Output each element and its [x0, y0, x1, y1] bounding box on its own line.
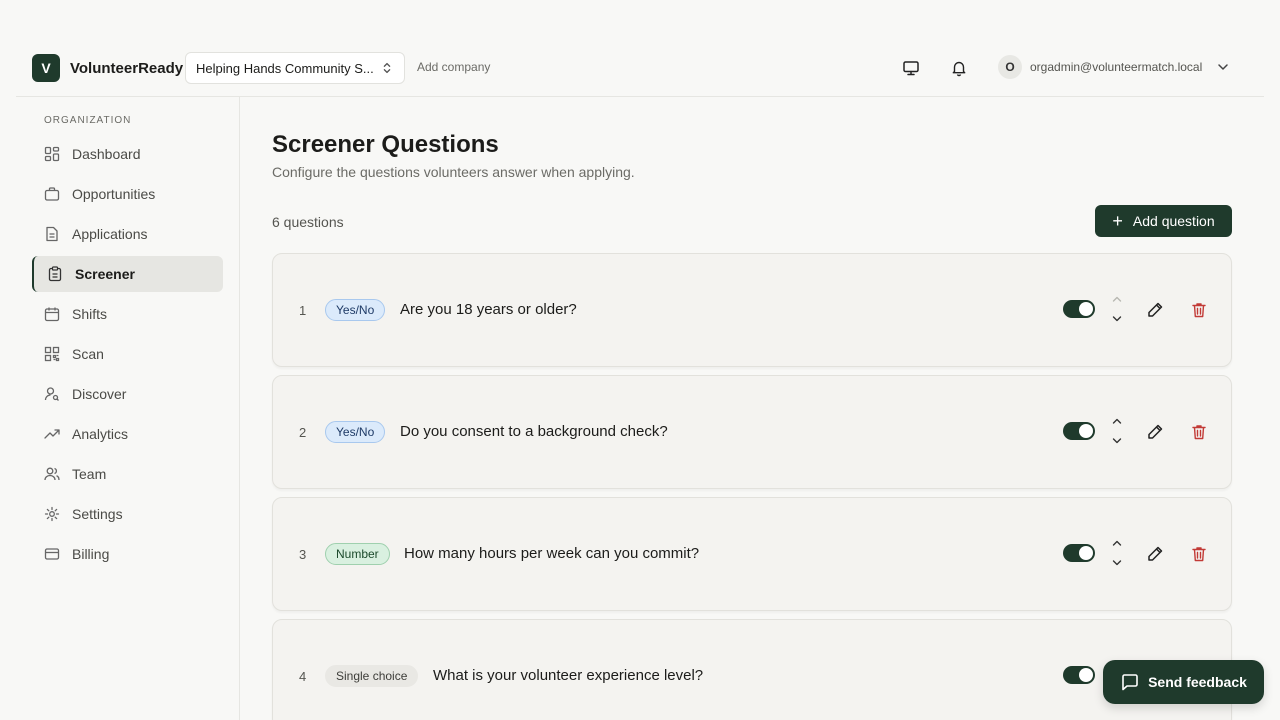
company-select-value: Helping Hands Community S...: [196, 60, 374, 76]
sidebar-item-label: Scan: [72, 346, 104, 362]
question-text: Do you consent to a background check?: [400, 423, 668, 440]
page-title: Screener Questions: [272, 131, 499, 158]
move-down-icon[interactable]: [1110, 434, 1124, 448]
monitor-icon[interactable]: [900, 57, 922, 79]
user-search-icon: [44, 387, 59, 401]
sidebar-item-discover[interactable]: Discover: [32, 376, 223, 412]
sidebar-item-analytics[interactable]: Analytics: [32, 416, 223, 452]
bell-icon[interactable]: [948, 57, 970, 79]
move-down-icon[interactable]: [1110, 556, 1124, 570]
question-type-badge: Single choice: [325, 665, 419, 687]
sidebar-item-label: Discover: [72, 386, 127, 402]
edit-pencil-icon[interactable]: [1146, 545, 1164, 563]
add-question-button[interactable]: + Add question: [1095, 205, 1232, 237]
user-menu[interactable]: O orgadmin@volunteermatch.local: [998, 54, 1230, 80]
company-select[interactable]: Helping Hands Community S...: [185, 52, 405, 84]
qr-code-icon: [44, 346, 60, 362]
clipboard-icon: [48, 266, 62, 282]
trending-up-icon: [44, 429, 60, 439]
plus-icon: +: [1112, 211, 1123, 231]
send-feedback-button[interactable]: Send feedback: [1103, 660, 1264, 704]
sidebar-item-applications[interactable]: Applications: [32, 216, 223, 252]
briefcase-icon: [44, 187, 60, 201]
sidebar-item-label: Dashboard: [72, 146, 141, 162]
question-type-badge: Yes/No: [325, 421, 386, 443]
sidebar: ORGANIZATION Dashboard Opportunities App…: [0, 97, 240, 720]
question-text: Are you 18 years or older?: [400, 301, 577, 318]
sidebar-item-label: Billing: [72, 546, 110, 562]
users-icon: [44, 467, 60, 481]
sidebar-item-settings[interactable]: Settings: [32, 496, 223, 532]
sidebar-item-screener[interactable]: Screener: [32, 256, 223, 292]
sidebar-item-billing[interactable]: Billing: [32, 536, 223, 572]
enabled-toggle[interactable]: [1063, 422, 1095, 440]
brand-logo[interactable]: V: [32, 54, 60, 82]
enabled-toggle[interactable]: [1063, 666, 1095, 684]
sidebar-heading: ORGANIZATION: [44, 115, 132, 126]
chevron-down-icon: [1218, 64, 1229, 70]
question-card: 3 Number How many hours per week can you…: [272, 497, 1232, 611]
add-company-link[interactable]: Add company: [417, 60, 490, 74]
add-question-label: Add question: [1132, 213, 1215, 229]
question-card: 4 Single choice What is your volunteer e…: [272, 619, 1232, 720]
sidebar-item-label: Screener: [75, 266, 135, 282]
calendar-icon: [44, 307, 60, 322]
page-subtitle: Configure the questions volunteers answe…: [272, 164, 635, 180]
sidebar-item-scan[interactable]: Scan: [32, 336, 223, 372]
move-up-icon[interactable]: [1110, 414, 1124, 428]
avatar: O: [998, 55, 1022, 79]
dashboard-icon: [44, 146, 60, 162]
chevrons-up-down-icon: [383, 62, 391, 74]
question-number: 4: [299, 669, 307, 684]
question-number: 3: [299, 547, 307, 562]
top-bar: V VolunteerReady Helping Hands Community…: [16, 38, 1264, 97]
question-number: 2: [299, 425, 307, 440]
trash-icon[interactable]: [1190, 301, 1208, 319]
sidebar-item-label: Analytics: [72, 426, 129, 442]
move-up-icon[interactable]: [1110, 536, 1124, 550]
message-square-icon: [1122, 674, 1138, 691]
sidebar-item-label: Shifts: [72, 306, 108, 322]
sidebar-item-opportunities[interactable]: Opportunities: [32, 176, 223, 212]
sidebar-item-label: Team: [72, 466, 107, 482]
user-email: orgadmin@volunteermatch.local: [1030, 60, 1203, 74]
question-card: 2 Yes/No Do you consent to a background …: [272, 375, 1232, 489]
credit-card-icon: [44, 548, 60, 560]
sidebar-item-shifts[interactable]: Shifts: [32, 296, 223, 332]
edit-pencil-icon[interactable]: [1146, 423, 1164, 441]
question-type-badge: Yes/No: [325, 299, 386, 321]
question-type-badge: Number: [325, 543, 390, 565]
trash-icon[interactable]: [1190, 545, 1208, 563]
sidebar-item-label: Applications: [72, 226, 148, 242]
question-number: 1: [299, 303, 307, 318]
move-up-icon[interactable]: [1110, 292, 1124, 306]
question-text: How many hours per week can you commit?: [404, 545, 700, 562]
sidebar-item-label: Opportunities: [72, 186, 156, 202]
edit-pencil-icon[interactable]: [1146, 301, 1164, 319]
sidebar-item-team[interactable]: Team: [32, 456, 223, 492]
send-feedback-label: Send feedback: [1148, 674, 1247, 690]
enabled-toggle[interactable]: [1063, 300, 1095, 318]
enabled-toggle[interactable]: [1063, 544, 1095, 562]
brand-name[interactable]: VolunteerReady: [70, 60, 183, 77]
gear-icon: [44, 506, 60, 522]
document-icon: [46, 226, 58, 242]
sidebar-item-dashboard[interactable]: Dashboard: [32, 136, 223, 172]
question-card: 1 Yes/No Are you 18 years or older?: [272, 253, 1232, 367]
move-down-icon[interactable]: [1110, 312, 1124, 326]
sidebar-item-label: Settings: [72, 506, 123, 522]
question-text: What is your volunteer experience level?: [433, 667, 704, 684]
question-count: 6 questions: [272, 214, 344, 230]
trash-icon[interactable]: [1190, 423, 1208, 441]
